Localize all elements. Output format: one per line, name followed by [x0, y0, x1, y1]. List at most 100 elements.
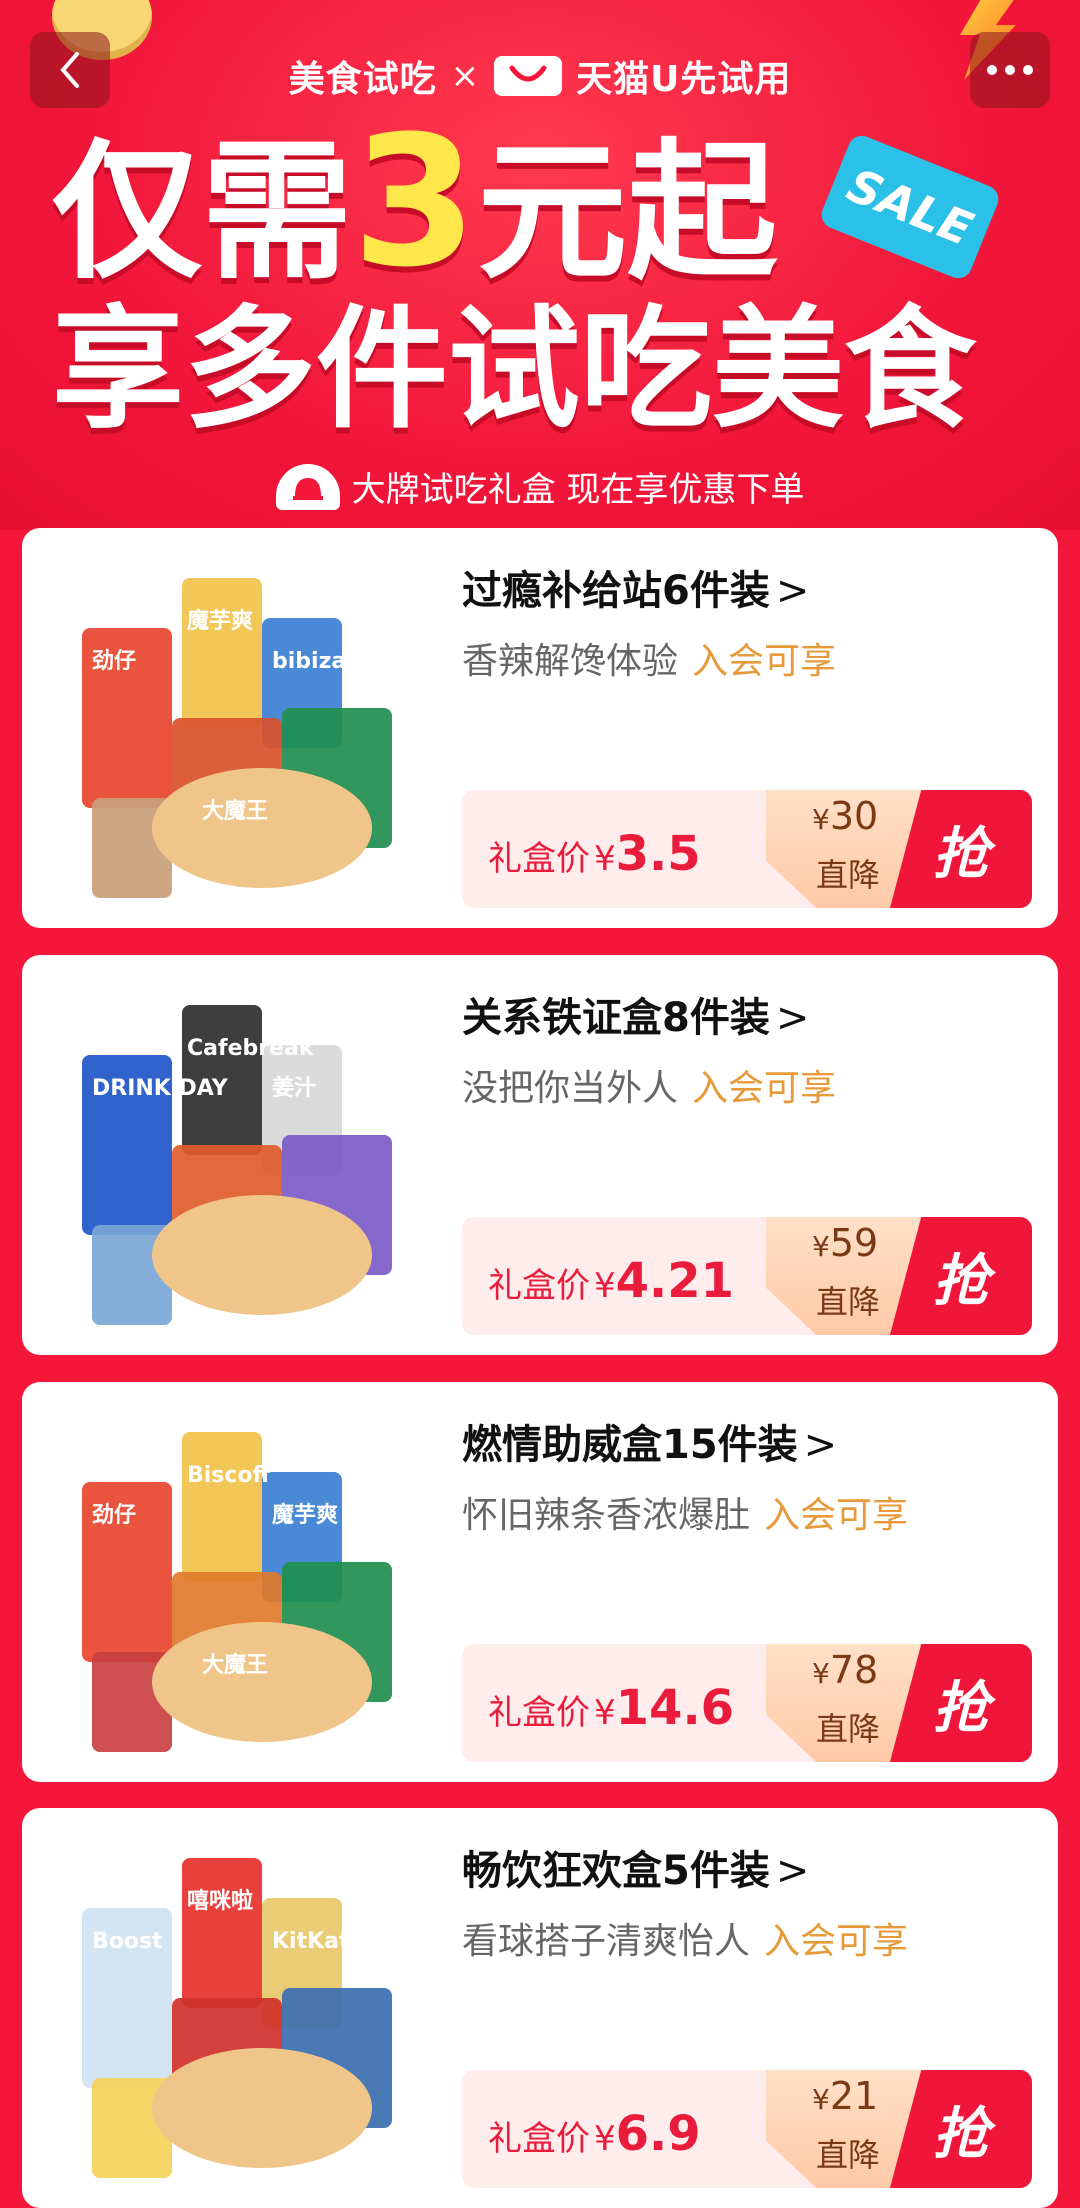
price-label: 礼盒价 ¥4.21: [488, 1253, 734, 1309]
price-amount: 14.6: [615, 1680, 735, 1736]
package-label: 魔芋爽: [187, 608, 253, 634]
headline-secondary: 享多件试吃美食: [52, 293, 976, 447]
member-tag: 入会可享: [692, 641, 837, 682]
product-title[interactable]: 过瘾补给站6件装 >: [462, 558, 809, 616]
price-bar[interactable]: 礼盒价 ¥4.21 ¥59 直降 抢: [462, 1217, 1032, 1335]
yen-symbol: ¥: [594, 839, 616, 879]
package-shape: [182, 1858, 262, 2008]
product-title-text: 过瘾补给站6件装: [462, 568, 770, 614]
package-label: Cafebreak: [187, 1036, 315, 1061]
discount-amount: ¥30: [812, 794, 878, 838]
product-title[interactable]: 关系铁证盒8件装 >: [462, 985, 809, 1043]
product-desc-text: 没把你当外人: [462, 1068, 679, 1109]
sale-tag: SALE: [817, 131, 1003, 283]
discount-amount: ¥21: [812, 2074, 878, 2118]
discount-label: 直降: [816, 1710, 881, 1748]
promo-banner: 美食试吃 × 天猫U先试用 仅需3元起 SALE 享多件试吃美食 大牌试吃礼盒 …: [0, 0, 1080, 530]
product-desc-text: 怀旧辣条香浓爆肚: [462, 1495, 751, 1536]
package-label: 嘻咪啦: [187, 1888, 253, 1914]
package-label: 大魔王: [202, 798, 268, 824]
product-title[interactable]: 燃情助威盒15件装 >: [462, 1412, 837, 1470]
product-desc: 香辣解馋体验 入会可享: [462, 632, 836, 684]
product-image[interactable]: 劲仔 魔芋爽 bibizan 大魔王: [62, 558, 432, 898]
headline-post: 元起: [477, 126, 778, 300]
yen-symbol: ¥: [812, 1657, 830, 1690]
member-tag: 入会可享: [764, 1495, 909, 1536]
package-label: 劲仔: [92, 1502, 136, 1528]
headline-pre: 仅需: [52, 126, 353, 300]
product-title-text: 燃情助威盒15件装: [462, 1422, 798, 1468]
discount-label: 直降: [816, 856, 881, 894]
package-shape: [182, 578, 262, 728]
product-image[interactable]: Boost 嘻咪啦 KitKat: [62, 1838, 432, 2178]
yen-symbol: ¥: [812, 803, 830, 836]
product-card[interactable]: Boost 嘻咪啦 KitKat 畅饮狂欢盒5件装 > 看球搭子清爽怡人 入会可享 礼盒…: [22, 1808, 1058, 2208]
product-title[interactable]: 畅饮狂欢盒5件装 >: [462, 1838, 809, 1896]
price-label: 礼盒价 ¥3.5: [488, 826, 701, 882]
package-label: 大魔王: [202, 1652, 268, 1678]
product-card[interactable]: DRINK DAY Cafebreak 姜汁 关系铁证盒8件装 > 没把你当外人 入会可…: [22, 955, 1058, 1355]
subline-text: 大牌试吃礼盒 现在享优惠下单: [351, 470, 805, 510]
brand-separator: ×: [450, 56, 481, 96]
product-desc: 看球搭子清爽怡人 入会可享: [462, 1912, 908, 1964]
package-label: DRINK DAY: [92, 1076, 229, 1101]
product-image[interactable]: 劲仔 Biscoff魔芋爽大魔王: [62, 1412, 432, 1752]
headline-number: 3: [352, 98, 478, 307]
price-label-text: 礼盒价: [488, 839, 590, 879]
discount-label: 直降: [816, 1283, 881, 1321]
yen-symbol: ¥: [812, 1230, 830, 1263]
snack-bowl: [152, 2048, 372, 2168]
yen-symbol: ¥: [594, 1693, 616, 1733]
chevron-right-icon: >: [775, 1848, 810, 1894]
discount-value: 78: [829, 1648, 879, 1692]
headline-main: 仅需3元起: [52, 113, 777, 293]
discount-value: 30: [829, 794, 879, 838]
snack-bowl: [152, 1195, 372, 1315]
price-amount: 6.9: [615, 2106, 701, 2162]
product-desc-text: 香辣解馋体验: [462, 641, 679, 682]
price-label-text: 礼盒价: [488, 1266, 590, 1306]
yen-symbol: ¥: [594, 1266, 616, 1306]
member-tag: 入会可享: [764, 1921, 909, 1962]
product-card[interactable]: 劲仔 Biscoff 魔芋爽 大魔王 燃情助威盒15件装 > 怀旧辣条香浓爆肚 入会可享 …: [22, 1382, 1058, 1782]
chevron-right-icon: >: [775, 995, 810, 1041]
snack-bowl: [152, 1622, 372, 1742]
product-desc: 没把你当外人 入会可享: [462, 1059, 836, 1111]
price-bar[interactable]: 礼盒价 ¥3.5 ¥30 直降 抢: [462, 790, 1032, 908]
brand-right: 天猫U先试用: [576, 59, 792, 100]
product-desc-text: 看球搭子清爽怡人: [462, 1921, 751, 1962]
discount-amount: ¥78: [812, 1648, 878, 1692]
package-label: 魔芋爽: [272, 1502, 338, 1528]
chevron-right-icon: >: [775, 568, 810, 614]
price-bar[interactable]: 礼盒价 ¥6.9 ¥21 直降 抢: [462, 2070, 1032, 2188]
product-image[interactable]: DRINK DAY Cafebreak 姜汁: [62, 985, 432, 1325]
package-label: Biscoff: [187, 1463, 272, 1488]
discount-label: 直降: [816, 2136, 881, 2174]
product-card[interactable]: 劲仔 魔芋爽 bibizan 大魔王 过瘾补给站6件装 > 香辣解馋体验 入会可享 礼盒价…: [22, 528, 1058, 928]
price-amount: 4.21: [615, 1253, 735, 1309]
discount-value: 59: [829, 1221, 879, 1265]
brand-row: 美食试吃 × 天猫U先试用: [0, 50, 1080, 102]
tmall-logo-icon: [494, 56, 563, 96]
package-shape: [182, 1432, 262, 1582]
price-label: 礼盒价 ¥6.9: [488, 2106, 701, 2162]
package-label: bibizan: [272, 649, 362, 674]
package-label: Boost: [92, 1929, 163, 1954]
chevron-right-icon: >: [803, 1422, 838, 1468]
snack-bowl: [152, 768, 372, 888]
brand-left: 美食试吃: [288, 59, 437, 100]
discount-amount: ¥59: [812, 1221, 878, 1265]
package-label: 劲仔: [92, 648, 136, 674]
price-label-text: 礼盒价: [488, 2119, 590, 2159]
subline: 大牌试吃礼盒 现在享优惠下单: [0, 462, 1080, 511]
discount-value: 21: [829, 2074, 879, 2118]
price-label: 礼盒价 ¥14.6: [488, 1680, 734, 1736]
price-bar[interactable]: 礼盒价 ¥14.6 ¥78 直降 抢: [462, 1644, 1032, 1762]
package-label: 姜汁: [272, 1075, 316, 1101]
member-tag: 入会可享: [692, 1068, 837, 1109]
product-desc: 怀旧辣条香浓爆肚 入会可享: [462, 1486, 908, 1538]
yen-symbol: ¥: [812, 2083, 830, 2116]
price-amount: 3.5: [615, 826, 701, 882]
product-title-text: 畅饮狂欢盒5件装: [462, 1848, 770, 1894]
product-title-text: 关系铁证盒8件装: [462, 995, 770, 1041]
